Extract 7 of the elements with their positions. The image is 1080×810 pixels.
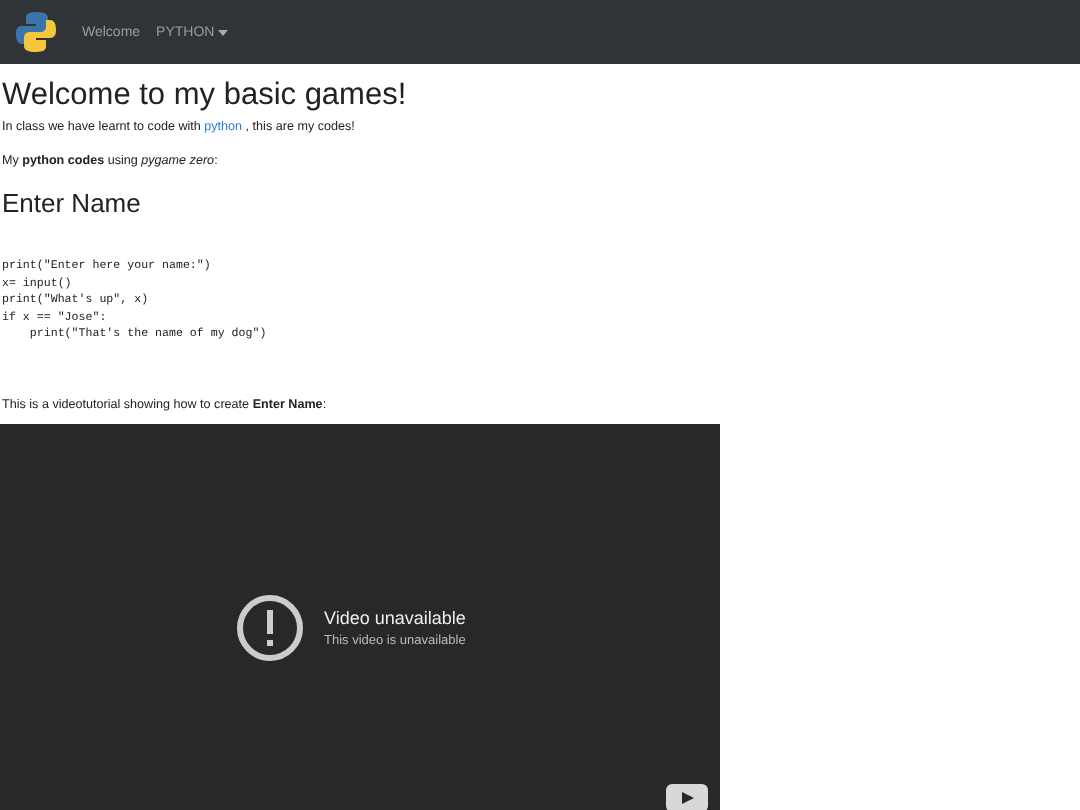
caret-icon: [218, 29, 229, 35]
play-logo-icon[interactable]: [666, 783, 708, 810]
snake-logo-icon[interactable]: [14, 10, 58, 54]
video-title: Video unavailable: [324, 607, 466, 628]
page-title: Welcome to my basic games!: [2, 78, 409, 114]
section-title: Enter Name: [2, 188, 143, 218]
warning-icon: [236, 593, 304, 662]
